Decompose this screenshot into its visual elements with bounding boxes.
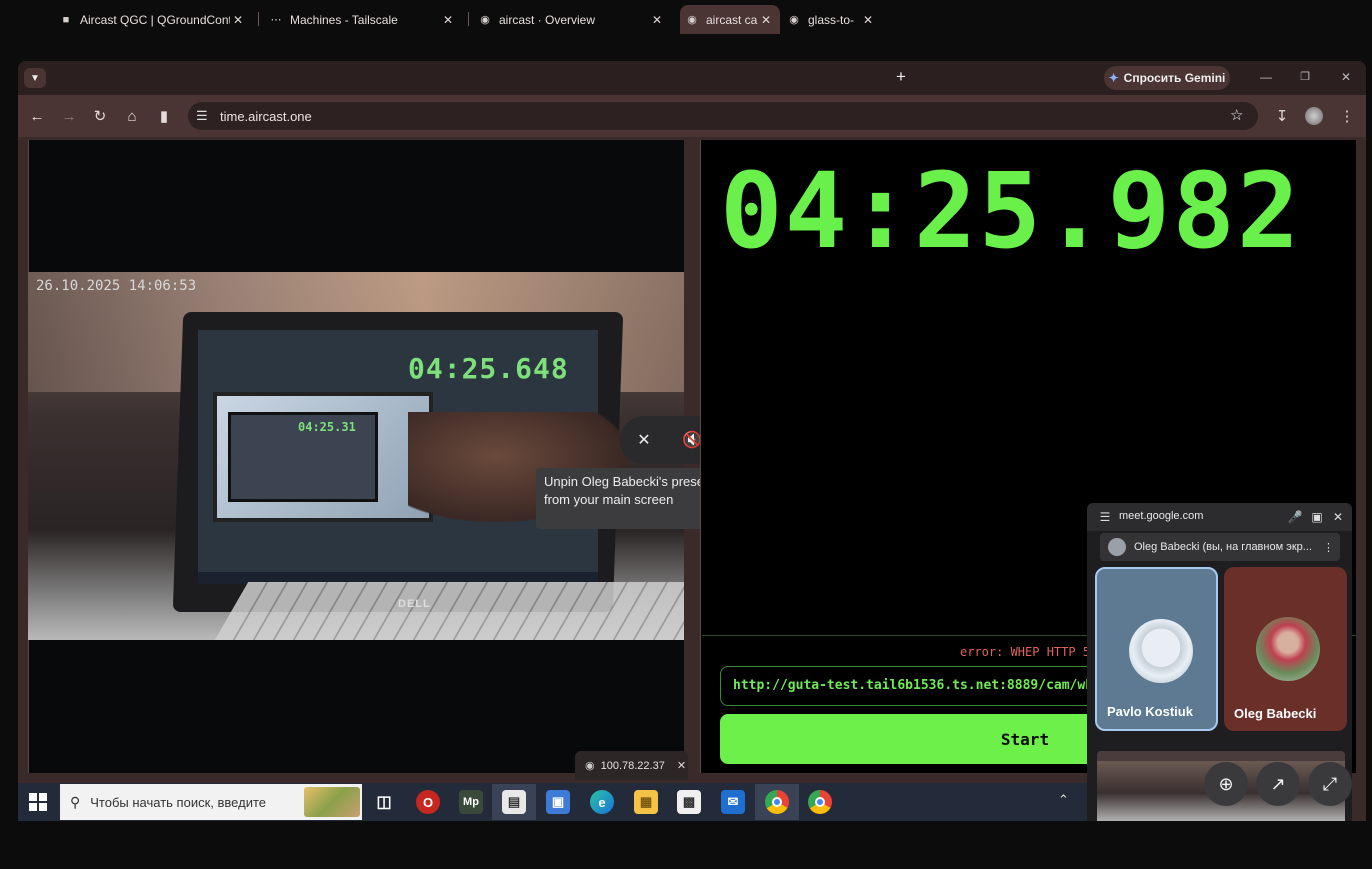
url-text: time.aircast.one	[220, 109, 312, 124]
globe-favicon-icon: ◉	[480, 14, 490, 26]
timer-display: 04:25.982	[720, 150, 1302, 272]
close-window-button[interactable]: ✕	[1338, 70, 1354, 84]
close-tab-icon[interactable]: ✕	[649, 13, 665, 27]
profile-avatar[interactable]	[1305, 107, 1323, 125]
search-highlight-image	[304, 787, 360, 817]
tab-tailscale[interactable]: ⋯ Machines - Tailscale ✕	[266, 5, 460, 34]
search-placeholder: Чтобы начать поиск, введите	[90, 794, 266, 810]
host-ip: 100.78.22.37	[600, 759, 665, 772]
tab-title: Machines - Tailscale	[290, 12, 398, 27]
globe-favicon-icon: ◉	[789, 14, 799, 26]
unpin-icon[interactable]: ✕	[632, 428, 656, 452]
gemini-button[interactable]: ✦ Спросить Gemini	[1104, 66, 1230, 90]
edge-icon[interactable]: e	[590, 790, 614, 814]
file-explorer-icon[interactable]: ▦	[634, 790, 658, 814]
download-icon[interactable]: ↧	[1272, 106, 1292, 126]
tab-separator	[258, 12, 259, 26]
tab-aircast-ca[interactable]: ◉ aircast ca ✕	[680, 5, 780, 34]
tab-title: Aircast QGC | QGroundControl	[80, 12, 230, 27]
tab-aircast-overview[interactable]: ◉ aircast · Overview ✕	[475, 5, 669, 34]
more-options-icon[interactable]: ⋮	[1323, 541, 1334, 554]
zoom-in-icon[interactable]: ⊕	[1204, 762, 1248, 806]
bookmark-star-icon[interactable]: ☆	[1230, 106, 1243, 124]
reload-icon[interactable]: ↻	[90, 106, 110, 126]
close-tab-icon[interactable]: ✕	[758, 13, 774, 27]
participant-tile[interactable]: Pavlo Kostiuk	[1095, 567, 1218, 731]
tab-title: aircast ca	[706, 12, 758, 27]
site-info-icon[interactable]: ☰	[196, 108, 208, 124]
qgc-favicon-icon: ■	[62, 13, 70, 26]
tab-separator	[468, 12, 469, 26]
opera-icon[interactable]: O	[416, 790, 440, 814]
presenting-text: Oleg Babecki (вы, на главном экр...	[1134, 541, 1312, 553]
participant-avatar	[1256, 617, 1320, 681]
participant-tile[interactable]: Oleg Babecki	[1224, 567, 1347, 731]
menu-kebab-icon[interactable]: ⋮	[1337, 106, 1357, 126]
presenter-avatar	[1108, 538, 1126, 556]
home-icon[interactable]: ⌂	[122, 106, 142, 126]
outlook-icon[interactable]: ✉	[721, 790, 745, 814]
chrome-icon[interactable]	[808, 790, 832, 814]
participant-avatar	[1129, 619, 1193, 683]
open-external-icon[interactable]: ↗	[1256, 762, 1300, 806]
pip-site: meet.google.com	[1119, 510, 1204, 522]
camera-video: 04:25.648 04:25.31 26.10.2025 14:06:53 D…	[28, 272, 684, 640]
laptop-keyboard	[207, 582, 684, 640]
start-label: Start	[1000, 729, 1050, 749]
restore-button[interactable]: ❐	[1297, 70, 1313, 84]
expand-icon[interactable]: ⤢	[1308, 762, 1352, 806]
gemini-sparkle-icon: ✦	[1108, 71, 1119, 85]
chrome-icon[interactable]	[765, 790, 789, 814]
windows-start-icon[interactable]	[28, 792, 48, 812]
tailscale-favicon-icon: ⋯	[270, 14, 282, 26]
camera-timestamp: 26.10.2025 14:06:53	[36, 278, 197, 294]
close-icon[interactable]: ✕	[677, 759, 686, 772]
close-pip-icon[interactable]: ✕	[1330, 509, 1346, 525]
tab-glass-to[interactable]: ◉ glass-to- ✕	[784, 5, 880, 34]
mic-icon[interactable]: 🎤	[1287, 509, 1303, 525]
participant-name: Oleg Babecki	[1234, 706, 1317, 721]
camera-clock-small: 04:25.31	[298, 420, 356, 434]
mp-app-icon[interactable]: Mp	[459, 790, 483, 814]
tab-qgc[interactable]: ■ Aircast QGC | QGroundControl ✕	[56, 5, 250, 34]
globe-favicon-icon: ◉	[687, 14, 697, 26]
tab-title: aircast · Overview	[499, 12, 596, 27]
stream-url-input[interactable]: http://guta-test.tail6b1536.ts.net:8889/…	[720, 666, 1110, 706]
task-view-icon[interactable]: ◫	[372, 790, 396, 814]
app-generic-icon[interactable]: ▤	[502, 790, 526, 814]
back-icon[interactable]: ←	[27, 106, 47, 126]
presenting-banner[interactable]: Oleg Babecki (вы, на главном экр... ⋮	[1100, 533, 1340, 561]
camera-clock: 04:25.648	[408, 352, 569, 385]
close-tab-icon[interactable]: ✕	[440, 13, 456, 27]
gemini-label: Спросить Gemini	[1123, 71, 1226, 85]
close-tab-icon[interactable]: ✕	[230, 13, 246, 27]
forward-icon[interactable]: →	[59, 106, 79, 126]
taskbar-search[interactable]: ⚲ Чтобы начать поиск, введите	[60, 784, 362, 820]
minimize-button[interactable]: —	[1258, 70, 1274, 84]
tab-search-button[interactable]: ▼	[24, 68, 46, 88]
close-tab-icon[interactable]: ✕	[860, 13, 876, 27]
back-to-tab-icon[interactable]: ▣	[1309, 509, 1325, 525]
host-status-pill[interactable]: ◉ 100.78.22.37 ✕	[575, 751, 688, 780]
tab-title: glass-to-	[808, 12, 855, 27]
store-icon[interactable]: ▩	[677, 790, 701, 814]
reading-mode-icon[interactable]: ▮	[154, 106, 174, 126]
start-button[interactable]: Start	[720, 714, 1110, 764]
laptop-brand: DELL	[398, 598, 431, 610]
participant-name: Pavlo Kostiuk	[1107, 704, 1193, 719]
globe-icon: ◉	[585, 760, 595, 772]
search-icon: ⚲	[70, 793, 81, 810]
new-tab-button[interactable]: +	[892, 68, 910, 86]
error-message: error: WHEP HTTP 50	[960, 645, 1098, 659]
tray-chevron-icon[interactable]: ⌃	[1058, 792, 1069, 808]
site-settings-icon[interactable]: ☰	[1097, 509, 1113, 525]
remote-desktop-icon[interactable]: ▣	[546, 790, 570, 814]
address-bar[interactable]: ☰ time.aircast.one ☆	[188, 102, 1258, 130]
